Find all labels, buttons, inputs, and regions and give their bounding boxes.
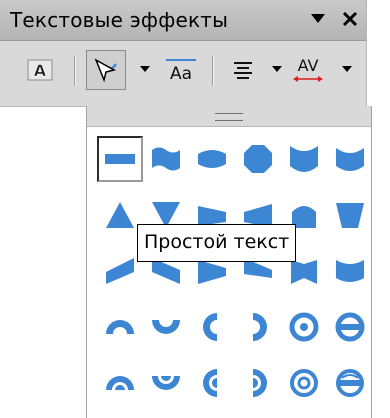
shape-arch-down[interactable] (143, 304, 189, 350)
shape-circle-right[interactable] (235, 304, 281, 350)
shape-arch-up-pour[interactable] (97, 360, 143, 406)
shape-inflate[interactable] (189, 136, 235, 182)
toolbar-separator (212, 56, 214, 86)
shape-gallery-popup (86, 106, 372, 418)
shape-curve-down[interactable] (327, 248, 373, 294)
character-spacing-button[interactable]: AV (286, 50, 330, 90)
align-center-icon (234, 62, 252, 79)
shape-cup[interactable] (327, 136, 373, 182)
shape-circle-left-pour[interactable] (189, 360, 235, 406)
popup-drag-handle[interactable] (87, 106, 371, 127)
toolbar-titlebar[interactable]: Текстовые эффекты (0, 0, 366, 41)
fontwork-shape-button[interactable] (86, 50, 126, 90)
svg-text:AV: AV (298, 56, 319, 75)
svg-text:A: A (34, 61, 47, 80)
letter-a-frame-icon: A (27, 59, 53, 81)
fontwork-style-button[interactable]: A (20, 50, 60, 90)
svg-text:Aa: Aa (170, 64, 192, 83)
character-spacing-icon: AV (293, 56, 323, 82)
alignment-button[interactable] (224, 50, 262, 90)
same-height-icon: Aa (166, 59, 196, 83)
close-icon[interactable] (338, 6, 362, 32)
chevron-down-icon[interactable] (272, 66, 282, 72)
grip-icon (215, 113, 243, 121)
shape-octagon[interactable] (235, 136, 281, 182)
shape-button-pour[interactable] (327, 360, 373, 406)
shape-wave[interactable] (143, 136, 189, 182)
triangle-down-icon[interactable] (306, 6, 330, 32)
chevron-down-icon[interactable] (342, 66, 352, 72)
shape-circle-right-pour[interactable] (235, 360, 281, 406)
shape-arch-up[interactable] (97, 304, 143, 350)
fontwork-toolbar: Текстовые эффекты A Aa AV (0, 0, 367, 107)
shape-select-icon (94, 58, 118, 83)
same-letter-heights-button[interactable]: Aa (160, 50, 202, 90)
toolbar-buttons: A Aa AV (0, 42, 366, 104)
shape-plain-text[interactable] (97, 136, 143, 182)
shape-arch-down-pour[interactable] (143, 360, 189, 406)
shape-button[interactable] (327, 304, 373, 350)
shape-tooltip: Простой текст (137, 224, 297, 262)
toolbar-separator (74, 56, 76, 86)
shape-ring[interactable] (281, 304, 327, 350)
chevron-down-icon[interactable] (140, 66, 150, 72)
toolbar-title: Текстовые эффекты (10, 8, 229, 32)
shape-triangle-up-curve[interactable] (281, 136, 327, 182)
shape-ring-pour[interactable] (281, 360, 327, 406)
shape-circle-left[interactable] (189, 304, 235, 350)
shape-trapezoid[interactable] (327, 192, 373, 238)
